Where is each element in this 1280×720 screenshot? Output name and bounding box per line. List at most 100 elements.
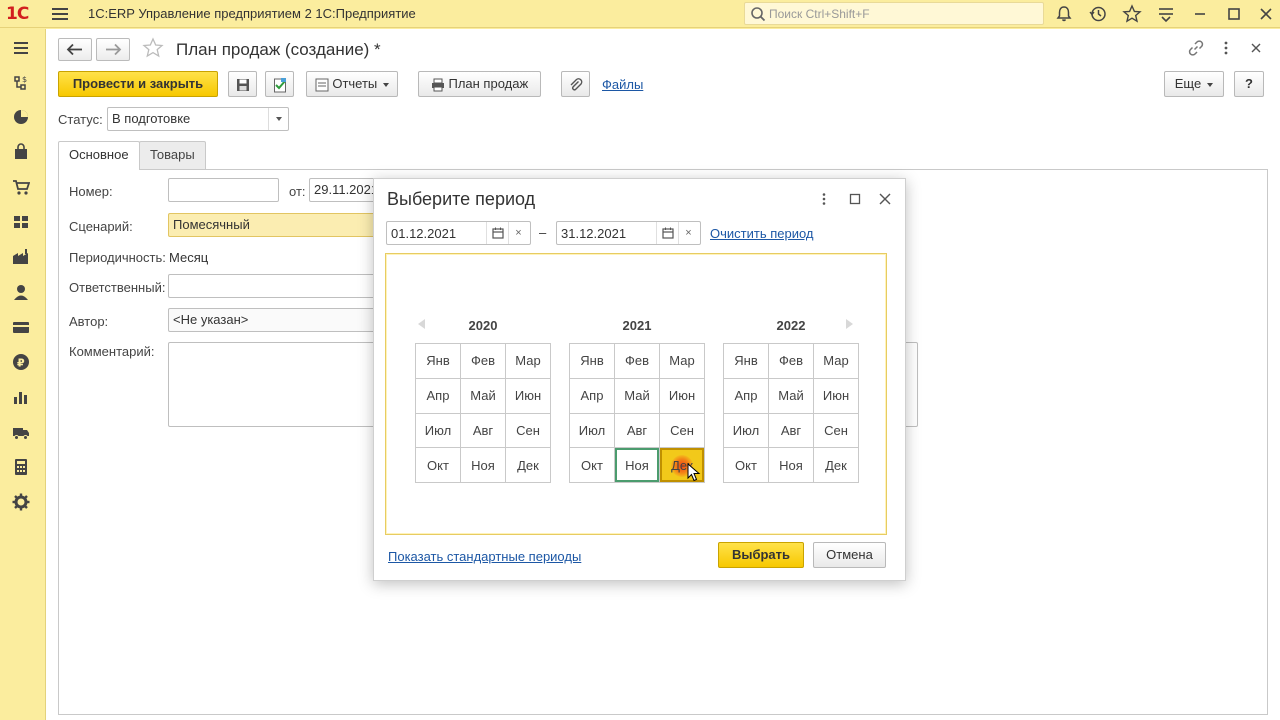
close-window-icon[interactable] [1256, 4, 1276, 24]
tab-main[interactable]: Основное [58, 141, 140, 170]
forward-button[interactable] [96, 38, 130, 61]
bar-chart-icon[interactable] [12, 388, 30, 406]
save-button[interactable] [228, 71, 257, 97]
functions-icon[interactable]: $ [12, 73, 30, 91]
sales-plan-print-button[interactable]: План продаж [418, 71, 541, 97]
month-cell[interactable]: Окт [570, 448, 615, 483]
post-and-close-button[interactable]: Провести и закрыть [58, 71, 218, 97]
warehouse-icon[interactable] [12, 213, 30, 231]
month-cell[interactable]: Мар [660, 344, 705, 379]
month-cell[interactable]: Дек [660, 448, 705, 483]
maximize-icon[interactable] [1224, 4, 1244, 24]
month-cell[interactable]: Авг [615, 413, 660, 449]
month-cell[interactable]: Фев [461, 344, 506, 379]
month-cell[interactable]: Май [769, 378, 814, 414]
favorite-star-icon[interactable] [142, 37, 164, 59]
month-cell[interactable]: Окт [724, 448, 769, 483]
status-select[interactable]: В подготовке [107, 107, 289, 131]
date-to-field[interactable]: 31.12.2021 × [556, 221, 701, 245]
files-link[interactable]: Файлы [602, 77, 643, 92]
month-cell[interactable]: Июл [416, 413, 461, 449]
month-cell[interactable]: Апр [416, 378, 461, 414]
calendar-icon[interactable] [486, 222, 508, 244]
month-cell[interactable]: Сен [814, 413, 859, 449]
chart-pie-icon[interactable] [12, 108, 30, 126]
month-cell[interactable]: Авг [769, 413, 814, 449]
month-cell[interactable]: Май [461, 378, 506, 414]
show-standard-periods-link[interactable]: Показать стандартные периоды [388, 549, 581, 564]
month-cell[interactable]: Апр [724, 378, 769, 414]
author-field[interactable]: <Не указан> [168, 308, 378, 332]
select-button[interactable]: Выбрать [718, 542, 804, 568]
card-icon[interactable] [12, 318, 30, 336]
close-dialog-icon[interactable] [877, 191, 893, 207]
calculator-icon[interactable] [12, 458, 30, 476]
clear-period-link[interactable]: Очистить период [710, 226, 814, 241]
ruble-icon[interactable]: ₽ [12, 353, 30, 371]
date-label: от: [289, 184, 306, 199]
month-cell[interactable]: Янв [570, 344, 615, 379]
month-cell[interactable]: Фев [769, 344, 814, 379]
month-cell[interactable]: Янв [724, 344, 769, 379]
scenario-field[interactable]: Помесячный [168, 213, 378, 237]
month-cell[interactable]: Июн [814, 378, 859, 414]
month-cell[interactable]: Июл [724, 413, 769, 449]
bag-icon[interactable] [12, 143, 30, 161]
year-label-2021: 2021 [622, 318, 652, 333]
truck-icon[interactable] [12, 423, 30, 441]
date-field[interactable]: 29.11.2021 [309, 178, 379, 202]
month-cell[interactable]: Дек [814, 448, 859, 483]
calendar-icon[interactable] [656, 222, 678, 244]
tab-products[interactable]: Товары [139, 141, 206, 169]
month-cell[interactable]: Май [615, 378, 660, 414]
close-form-icon[interactable] [1247, 39, 1265, 57]
post-button[interactable] [265, 71, 294, 97]
month-cell[interactable]: Ноя [461, 448, 506, 483]
month-cell[interactable]: Июн [660, 378, 705, 414]
month-cell[interactable]: Ноя [615, 448, 660, 483]
month-cell[interactable]: Окт [416, 448, 461, 483]
date-from-value: 01.12.2021 [391, 226, 457, 241]
gear-icon[interactable] [12, 493, 30, 511]
more-vertical-icon[interactable] [1217, 39, 1235, 57]
month-cell[interactable]: Мар [506, 344, 551, 379]
factory-icon[interactable] [12, 248, 30, 266]
clear-date-to-icon[interactable]: × [678, 222, 698, 244]
month-label: Апр [580, 388, 604, 404]
month-cell[interactable]: Сен [506, 413, 551, 449]
filter-menu-icon[interactable] [1156, 4, 1176, 24]
cart-icon[interactable] [12, 178, 30, 196]
clear-date-from-icon[interactable]: × [508, 222, 528, 244]
search-input[interactable]: Поиск Ctrl+Shift+F [744, 2, 1044, 25]
back-button[interactable] [58, 38, 92, 61]
help-button[interactable]: ? [1234, 71, 1264, 97]
month-cell[interactable]: Июл [570, 413, 615, 449]
reports-button[interactable]: Отчеты [306, 71, 398, 97]
person-icon[interactable] [12, 283, 30, 301]
attach-button[interactable] [561, 71, 590, 97]
month-cell[interactable]: Дек [506, 448, 551, 483]
menu-icon[interactable] [12, 39, 30, 57]
more-vertical-icon[interactable] [816, 191, 832, 207]
month-cell[interactable]: Фев [615, 344, 660, 379]
month-cell[interactable]: Мар [814, 344, 859, 379]
bell-icon[interactable] [1054, 4, 1074, 24]
month-cell[interactable]: Июн [506, 378, 551, 414]
month-cell[interactable]: Янв [416, 344, 461, 379]
history-icon[interactable] [1088, 4, 1108, 24]
month-cell[interactable]: Ноя [769, 448, 814, 483]
month-cell[interactable]: Авг [461, 413, 506, 449]
main-menu-icon[interactable] [52, 6, 68, 22]
date-from-field[interactable]: 01.12.2021 × [386, 221, 531, 245]
maximize-icon[interactable] [847, 191, 863, 207]
responsible-field[interactable] [168, 274, 378, 298]
chevron-down-icon[interactable] [268, 108, 288, 130]
minimize-icon[interactable] [1190, 4, 1210, 24]
link-icon[interactable] [1187, 39, 1205, 57]
number-field[interactable] [168, 178, 279, 202]
month-cell[interactable]: Сен [660, 413, 705, 449]
cancel-button[interactable]: Отмена [813, 542, 886, 568]
favorites-star-icon[interactable] [1122, 4, 1142, 24]
month-cell[interactable]: Апр [570, 378, 615, 414]
more-button[interactable]: Еще [1164, 71, 1224, 97]
